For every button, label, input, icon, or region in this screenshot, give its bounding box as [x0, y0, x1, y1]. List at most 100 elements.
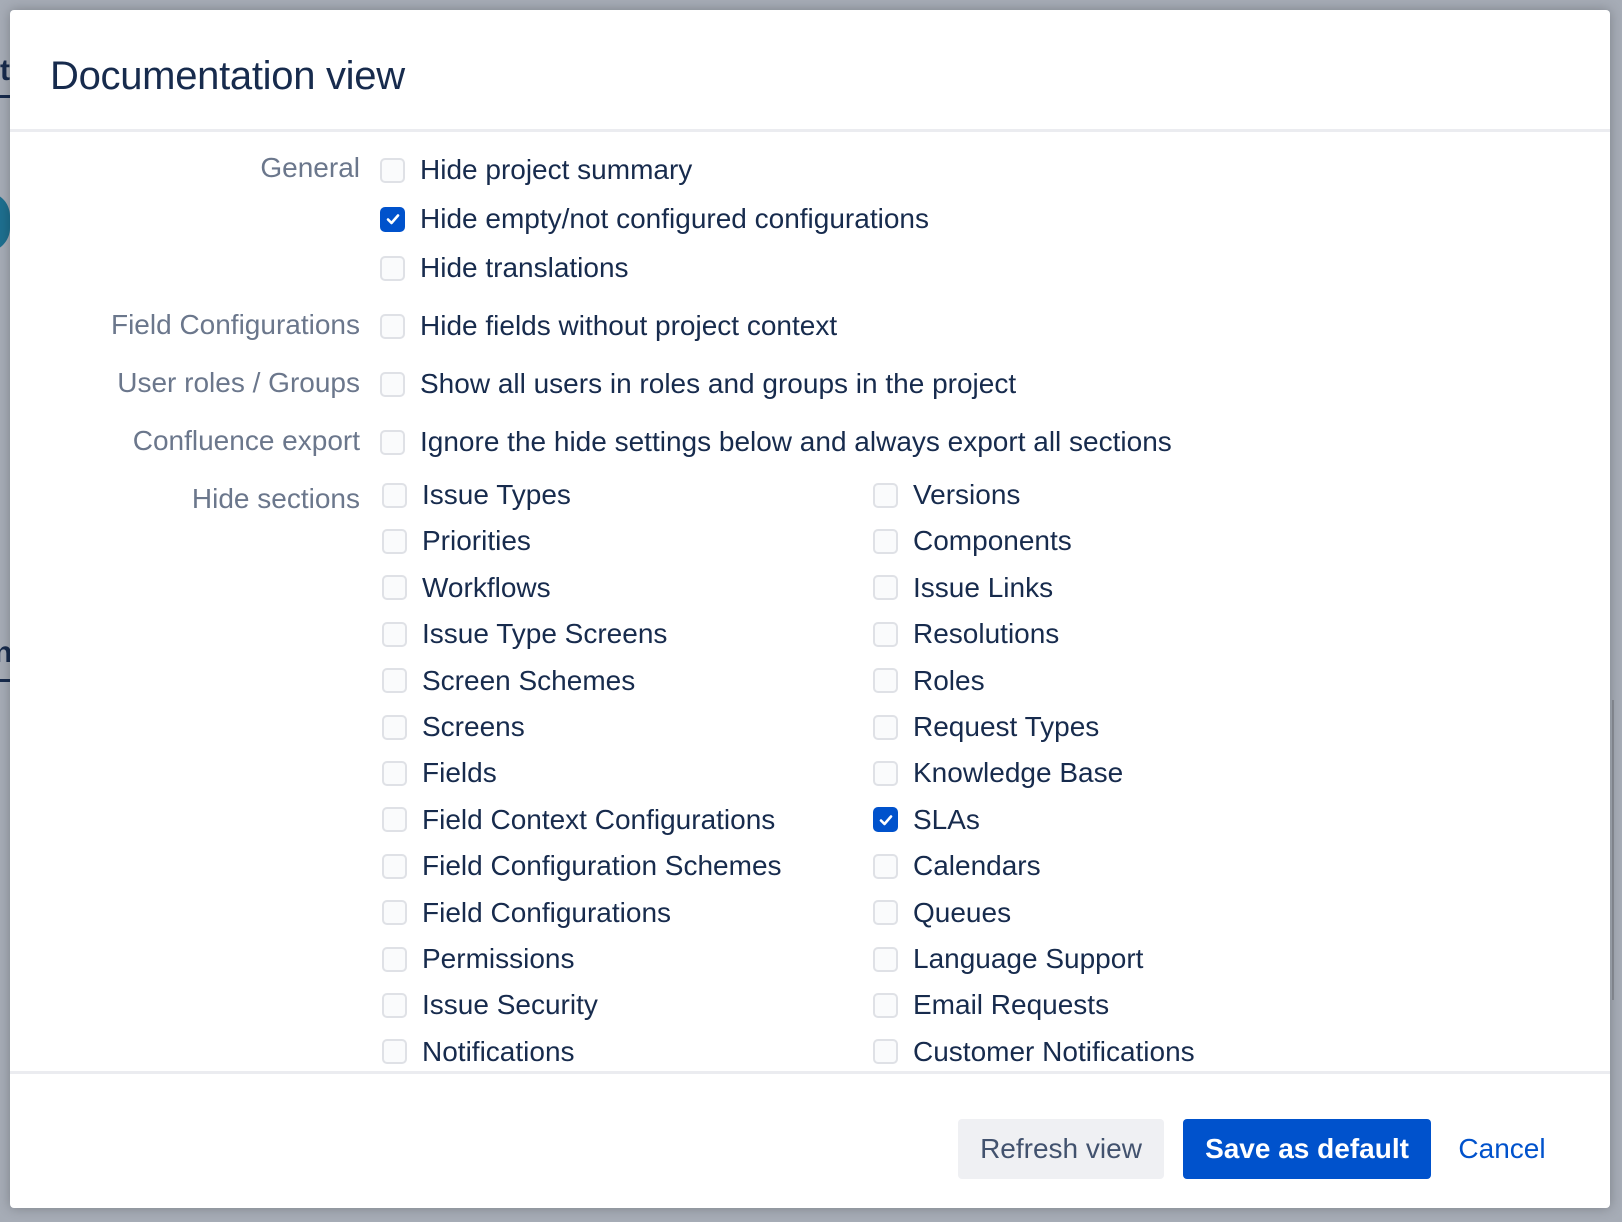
- option-label: Hide translations: [420, 252, 629, 283]
- checkbox[interactable]: [873, 992, 898, 1018]
- option-label: Ignore the hide settings below and alway…: [420, 426, 1172, 457]
- background-text-fragment: t: [0, 54, 10, 87]
- option-show-all-users[interactable]: Show all users in roles and groups in th…: [380, 366, 1016, 402]
- hide-section-option[interactable]: Request Types: [873, 709, 1099, 745]
- refresh-view-button[interactable]: Refresh view: [958, 1119, 1164, 1179]
- save-as-default-button[interactable]: Save as default: [1183, 1119, 1431, 1179]
- option-label: Request Types: [913, 711, 1100, 742]
- background-avatar: [0, 192, 10, 252]
- hide-section-option[interactable]: Permissions: [382, 941, 574, 977]
- checkbox[interactable]: [873, 668, 898, 694]
- option-label: Fields: [422, 757, 497, 789]
- hide-section-option[interactable]: Components: [873, 523, 1072, 559]
- hide-section-option[interactable]: Workflows: [382, 570, 551, 606]
- header-divider: [10, 129, 1610, 132]
- option-label: Notifications: [422, 1035, 575, 1067]
- checkbox[interactable]: [382, 621, 407, 647]
- footer-divider: [10, 1071, 1610, 1074]
- option-hide-translations[interactable]: Hide translations: [380, 250, 629, 286]
- option-label: Versions: [913, 479, 1021, 510]
- documentation-view-dialog: Documentation view General Hide project …: [10, 10, 1610, 1208]
- hide-section-option[interactable]: Customer Notifications: [873, 1034, 1195, 1070]
- checkbox[interactable]: [873, 760, 898, 786]
- option-label: SLAs: [913, 803, 980, 835]
- hide-section-option[interactable]: Email Requests: [873, 987, 1109, 1023]
- checkbox[interactable]: [382, 900, 407, 926]
- option-label: Hide fields without project context: [420, 310, 838, 341]
- hide-section-option[interactable]: Field Configuration Schemes: [382, 848, 782, 884]
- checkbox[interactable]: [382, 760, 407, 786]
- checkbox[interactable]: [382, 992, 407, 1018]
- checkmark-icon: [386, 214, 399, 225]
- option-hide-project-summary[interactable]: Hide project summary: [380, 152, 692, 188]
- cancel-button[interactable]: Cancel: [1448, 1119, 1556, 1179]
- checkbox[interactable]: [382, 528, 407, 554]
- option-label: Components: [913, 525, 1072, 557]
- group-label-general: General: [260, 152, 360, 183]
- checkbox[interactable]: [873, 946, 898, 972]
- option-label: Issue Security: [422, 989, 598, 1021]
- hide-section-option[interactable]: Issue Types: [382, 477, 571, 513]
- checkbox[interactable]: [382, 714, 407, 740]
- group-label-user-roles: User roles / Groups: [117, 367, 360, 398]
- hide-section-option[interactable]: Roles: [873, 663, 985, 699]
- option-label: Language Support: [913, 943, 1144, 974]
- checkbox-checked[interactable]: [873, 807, 898, 833]
- checkbox[interactable]: [380, 157, 405, 183]
- option-label: Hide empty/not configured configurations: [420, 203, 929, 234]
- hide-section-option[interactable]: Fields: [382, 755, 497, 791]
- option-label: Resolutions: [913, 618, 1060, 650]
- hide-section-option[interactable]: Screens: [382, 709, 525, 745]
- option-label: Hide project summary: [420, 154, 693, 185]
- option-label: Email Requests: [913, 989, 1110, 1021]
- option-hide-empty-configurations[interactable]: Hide empty/not configured configurations: [380, 201, 929, 237]
- checkbox[interactable]: [382, 575, 407, 601]
- checkbox[interactable]: [382, 853, 407, 879]
- option-label: Queues: [913, 896, 1012, 928]
- checkbox[interactable]: [873, 621, 898, 647]
- checkbox[interactable]: [873, 714, 898, 740]
- hide-section-option[interactable]: Versions: [873, 477, 1020, 513]
- option-hide-fields-without-context[interactable]: Hide fields without project context: [380, 308, 837, 344]
- checkbox[interactable]: [380, 371, 405, 397]
- option-label: Show all users in roles and groups in th…: [420, 368, 1017, 399]
- hide-section-option[interactable]: Language Support: [873, 941, 1143, 977]
- option-label: Field Configurations: [422, 896, 672, 928]
- checkbox[interactable]: [380, 313, 405, 339]
- checkbox[interactable]: [382, 482, 407, 508]
- hide-section-option[interactable]: Issue Links: [873, 570, 1053, 606]
- checkbox[interactable]: [382, 1039, 407, 1065]
- hide-section-option[interactable]: Issue Security: [382, 987, 598, 1023]
- checkbox[interactable]: [873, 528, 898, 554]
- checkbox[interactable]: [380, 255, 405, 281]
- checkbox[interactable]: [382, 807, 407, 833]
- hide-section-option[interactable]: Field Configurations: [382, 895, 671, 931]
- checkbox-checked[interactable]: [380, 206, 405, 232]
- hide-section-option[interactable]: Queues: [873, 895, 1011, 931]
- option-label: Workflows: [422, 571, 551, 603]
- hide-section-option[interactable]: Field Context Configurations: [382, 802, 775, 838]
- option-label: Field Configuration Schemes: [422, 850, 782, 882]
- checkbox[interactable]: [873, 482, 898, 508]
- checkbox[interactable]: [873, 1039, 898, 1065]
- hide-section-option[interactable]: Issue Type Screens: [382, 616, 667, 652]
- hide-section-option[interactable]: Priorities: [382, 523, 531, 559]
- hide-section-option[interactable]: Screen Schemes: [382, 663, 635, 699]
- checkbox[interactable]: [873, 853, 898, 879]
- hide-section-option[interactable]: Calendars: [873, 848, 1041, 884]
- option-label: Screens: [422, 711, 525, 742]
- checkbox[interactable]: [380, 429, 405, 455]
- hide-section-option[interactable]: SLAs: [873, 802, 980, 838]
- option-ignore-hide-settings[interactable]: Ignore the hide settings below and alway…: [380, 424, 1172, 460]
- hide-section-option[interactable]: Resolutions: [873, 616, 1059, 652]
- hide-section-option[interactable]: Knowledge Base: [873, 755, 1123, 791]
- group-label-field-configurations: Field Configurations: [110, 309, 360, 340]
- checkbox[interactable]: [873, 575, 898, 601]
- checkbox[interactable]: [873, 900, 898, 926]
- group-label-hide-sections: Hide sections: [191, 483, 360, 514]
- checkbox[interactable]: [382, 668, 407, 694]
- option-label: Permissions: [422, 943, 575, 974]
- option-label: Customer Notifications: [913, 1035, 1195, 1067]
- hide-section-option[interactable]: Notifications: [382, 1034, 575, 1070]
- checkbox[interactable]: [382, 946, 407, 972]
